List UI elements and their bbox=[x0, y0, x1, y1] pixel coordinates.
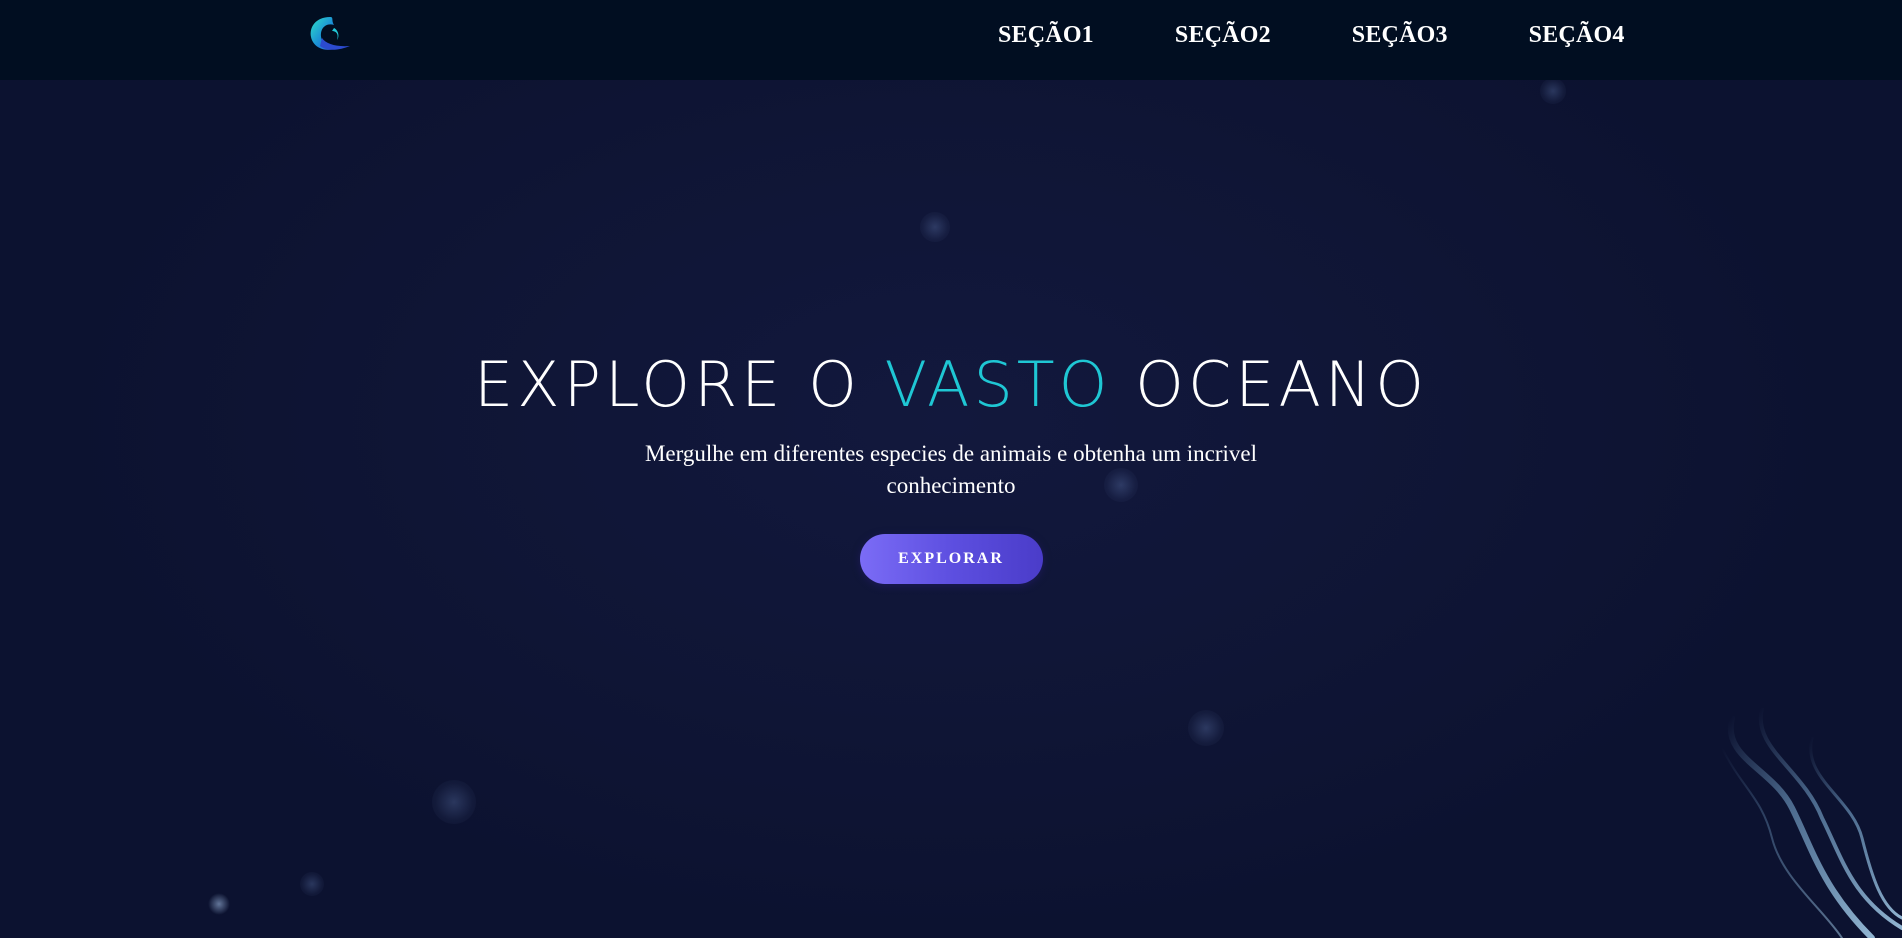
hero-subtitle: Mergulhe em diferentes especies de anima… bbox=[644, 441, 1258, 498]
bubble-decoration bbox=[208, 893, 230, 915]
hero-title-accent: VASTO bbox=[884, 348, 1112, 421]
bubble-decoration bbox=[1540, 78, 1566, 104]
bubble-decoration bbox=[432, 780, 476, 824]
bubble-decoration bbox=[300, 872, 324, 896]
bubble-decoration bbox=[920, 212, 950, 242]
bubble-decoration bbox=[1188, 710, 1224, 746]
nav-link-secao2[interactable]: SEÇÃO2 bbox=[1175, 22, 1271, 49]
nav-menu: SEÇÃO1 SEÇÃO2 SEÇÃO3 SEÇÃO4 bbox=[998, 22, 1625, 49]
smoke-decoration bbox=[1721, 708, 1902, 938]
nav-link-secao4[interactable]: SEÇÃO4 bbox=[1529, 22, 1625, 49]
nav-link-secao3[interactable]: SEÇÃO3 bbox=[1352, 22, 1448, 49]
nav-link-secao1[interactable]: SEÇÃO1 bbox=[998, 22, 1094, 49]
hero-title: EXPLORE O VASTO OCEANO bbox=[0, 340, 1902, 430]
hero-title-part2: OCEANO bbox=[1111, 348, 1429, 421]
hero-title-part1: EXPLORE O bbox=[473, 348, 885, 421]
explore-button[interactable]: EXPLORAR bbox=[859, 534, 1043, 584]
navbar: SEÇÃO1 SEÇÃO2 SEÇÃO3 SEÇÃO4 bbox=[0, 0, 1902, 80]
wave-logo-icon[interactable] bbox=[306, 14, 352, 54]
hero-section: EXPLORE O VASTO OCEANO Mergulhe em difer… bbox=[0, 340, 1902, 584]
